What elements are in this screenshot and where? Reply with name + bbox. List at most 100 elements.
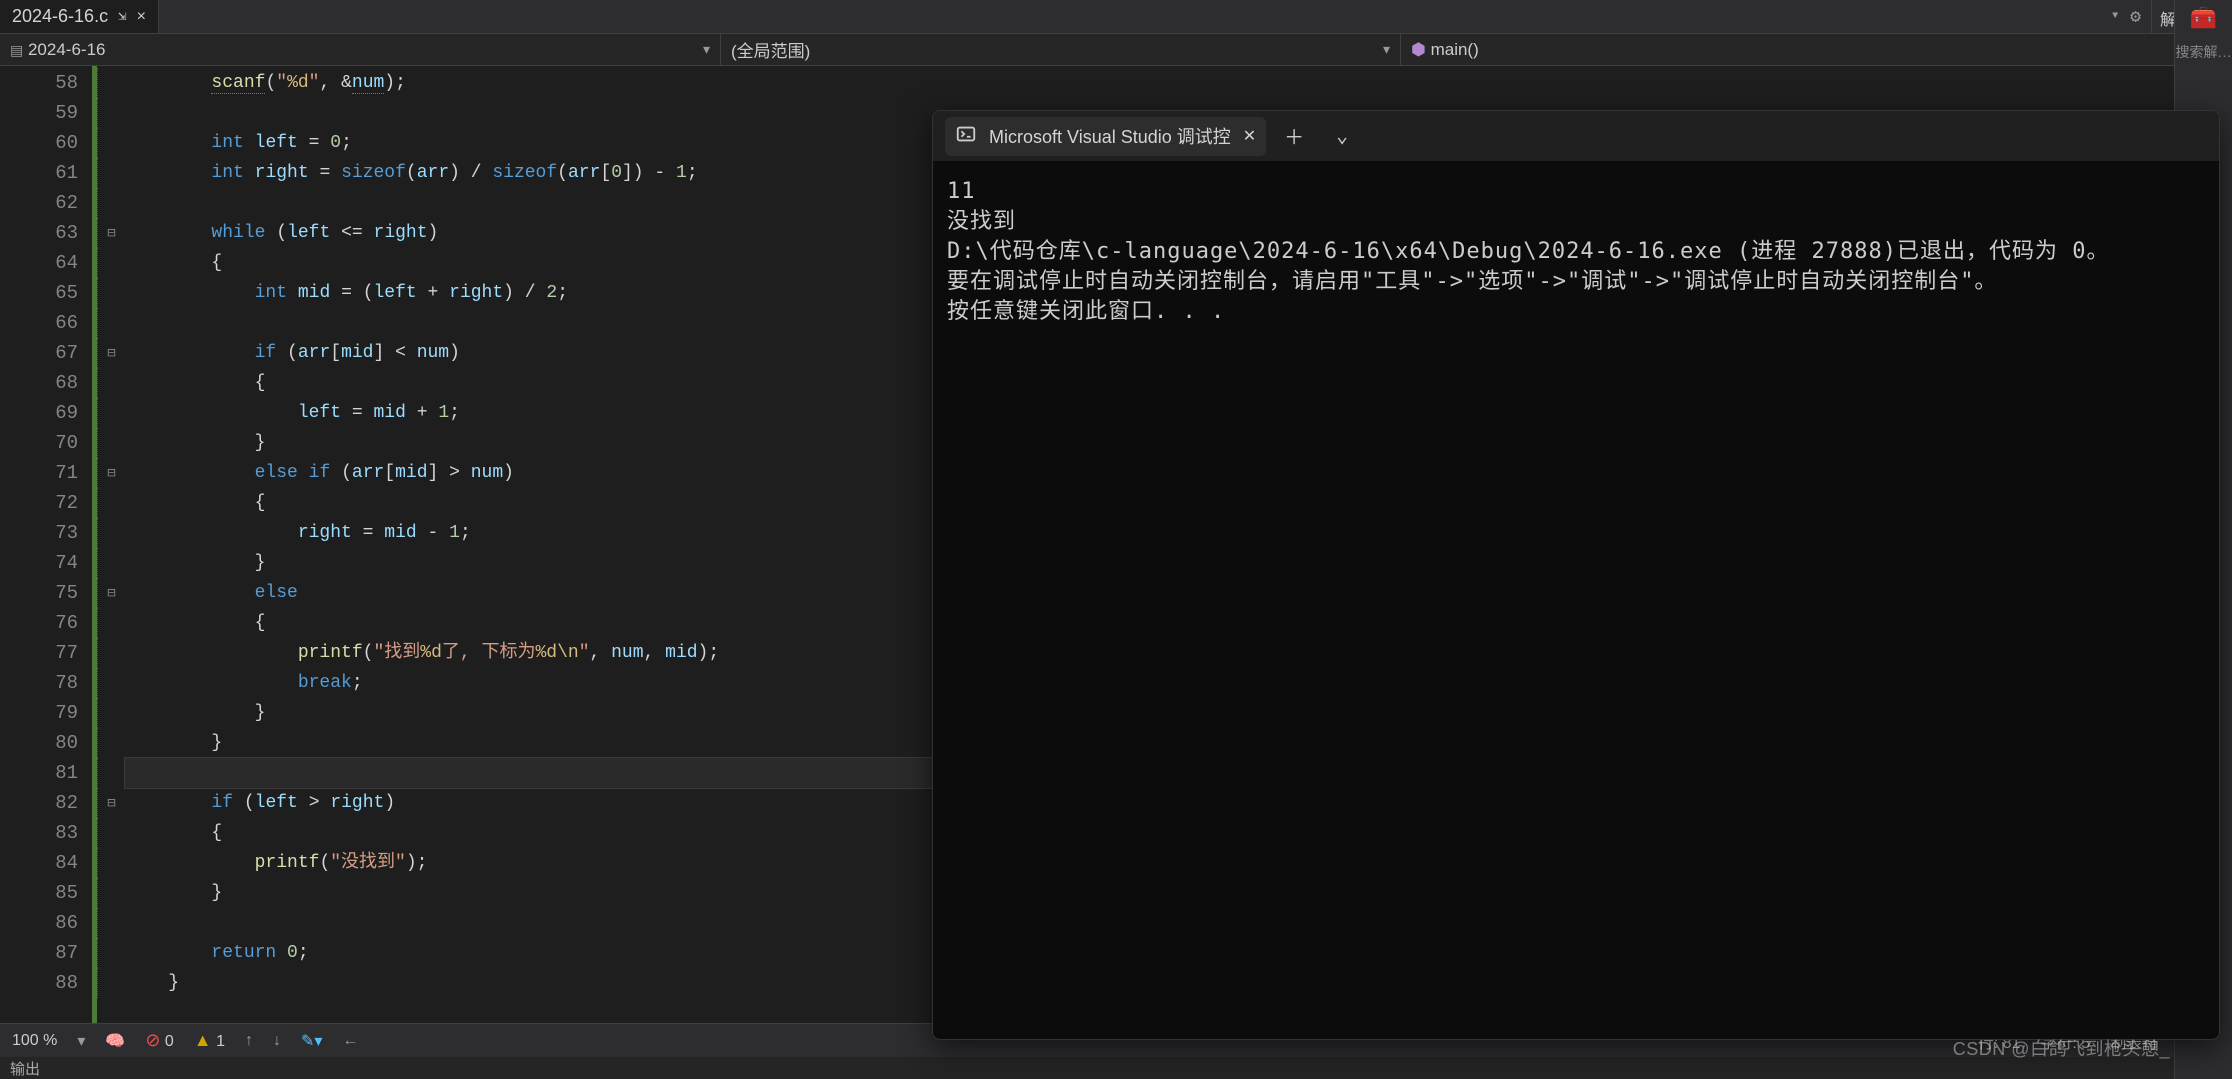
line-number: 63 [0, 218, 78, 248]
fold-toggle-icon[interactable]: ⊟ [97, 788, 125, 818]
output-panel-label[interactable]: 输出 [0, 1057, 2232, 1079]
terminal-title: Microsoft Visual Studio 调试控 [989, 123, 1231, 149]
line-number-gutter: 5859606162636465666768697071727374757677… [0, 66, 92, 1023]
close-tab-icon[interactable]: × [137, 8, 147, 26]
warning-icon: ▲ [194, 1030, 212, 1050]
fold-guide [97, 938, 125, 968]
brush-icon[interactable]: ✎▾ [301, 1031, 322, 1051]
warning-count[interactable]: 1 [216, 1033, 225, 1050]
line-number: 80 [0, 728, 78, 758]
breadcrumb-scope-label: (全局范围) [731, 37, 810, 62]
fold-guide [97, 968, 125, 998]
zoom-dropdown-icon[interactable]: ▾ [77, 1031, 85, 1051]
line-number: 88 [0, 968, 78, 998]
watermark: CSDN @白鸽飞到枪头憩_ [1953, 1035, 2170, 1061]
debug-console-window[interactable]: Microsoft Visual Studio 调试控 ✕ ＋ ⌄ 11 没找到… [932, 110, 2220, 1040]
fold-guide [97, 98, 125, 128]
fold-guide [97, 818, 125, 848]
fold-guide [97, 848, 125, 878]
fold-guide [97, 68, 125, 98]
line-number: 74 [0, 548, 78, 578]
chevron-down-icon: ▾ [703, 41, 710, 58]
error-count[interactable]: 0 [165, 1033, 174, 1050]
line-number: 79 [0, 698, 78, 728]
fold-toggle-icon[interactable]: ⊟ [97, 578, 125, 608]
fold-guide [97, 128, 125, 158]
line-number: 69 [0, 398, 78, 428]
search-placeholder[interactable]: 搜索解… [2176, 42, 2232, 62]
fold-guide [97, 518, 125, 548]
breadcrumb-func-label: main() [1431, 40, 1479, 59]
terminal-new-tab-button[interactable]: ＋ [1274, 121, 1314, 151]
tab-strip: 2024-6-16.c ⇲ × ▼ ⚙ 解决方案 [0, 0, 2232, 34]
line-number: 67 [0, 338, 78, 368]
line-number: 70 [0, 428, 78, 458]
terminal-tab-close-icon[interactable]: ✕ [1243, 126, 1256, 146]
fold-guide [97, 758, 125, 788]
line-number: 78 [0, 668, 78, 698]
error-icon: ⊘ [145, 1030, 160, 1050]
vs-icon [955, 123, 977, 150]
breadcrumb-scope[interactable]: (全局范围) ▾ [720, 34, 1400, 65]
fold-toggle-icon[interactable]: ⊟ [97, 458, 125, 488]
line-number: 81 [0, 758, 78, 788]
toolbox-icon[interactable]: 🧰 [2190, 6, 2217, 32]
fold-column[interactable]: ⊟ ⊟ ⊟ ⊟ ⊟ [97, 66, 125, 1023]
line-number: 58 [0, 68, 78, 98]
terminal-tab[interactable]: Microsoft Visual Studio 调试控 ✕ [945, 117, 1266, 156]
breadcrumb-file[interactable]: ▤ 2024-6-16 ▾ [0, 34, 720, 65]
terminal-output[interactable]: 11 没找到 D:\代码仓库\c-language\2024-6-16\x64\… [933, 161, 2219, 1039]
brain-icon[interactable]: 🧠 [105, 1031, 125, 1051]
fold-guide [97, 878, 125, 908]
fold-guide [97, 308, 125, 338]
fold-guide [97, 908, 125, 938]
fold-guide [97, 638, 125, 668]
fold-guide [97, 278, 125, 308]
line-number: 85 [0, 878, 78, 908]
fold-toggle-icon[interactable]: ⊟ [97, 338, 125, 368]
line-number: 64 [0, 248, 78, 278]
line-number: 83 [0, 818, 78, 848]
line-number: 77 [0, 638, 78, 668]
line-number: 62 [0, 188, 78, 218]
gear-icon[interactable]: ⚙ [2130, 6, 2141, 28]
line-number: 84 [0, 848, 78, 878]
breadcrumb-function[interactable]: ⬢ main() ▾ [1400, 34, 2204, 65]
fold-guide [97, 368, 125, 398]
nav-back-icon[interactable]: ← [342, 1032, 358, 1050]
line-number: 72 [0, 488, 78, 518]
line-number: 75 [0, 578, 78, 608]
fold-guide [97, 698, 125, 728]
code-line[interactable]: scanf("%d", &num); [125, 68, 2232, 98]
line-number: 76 [0, 608, 78, 638]
line-number: 66 [0, 308, 78, 338]
tab-overflow-caret-icon[interactable]: ▼ [2112, 11, 2118, 22]
terminal-dropdown-icon[interactable]: ⌄ [1322, 123, 1362, 149]
line-number: 60 [0, 128, 78, 158]
pin-icon[interactable]: ⇲ [118, 8, 126, 25]
line-number: 82 [0, 788, 78, 818]
nav-up-icon[interactable]: ↑ [245, 1032, 253, 1050]
fold-guide [97, 608, 125, 638]
line-number: 73 [0, 518, 78, 548]
fold-guide [97, 158, 125, 188]
fold-guide [97, 488, 125, 518]
fold-guide [97, 548, 125, 578]
fold-guide [97, 248, 125, 278]
terminal-titlebar[interactable]: Microsoft Visual Studio 调试控 ✕ ＋ ⌄ [933, 111, 2219, 161]
line-number: 65 [0, 278, 78, 308]
zoom-level[interactable]: 100 % [12, 1032, 57, 1050]
breadcrumb-bar: ▤ 2024-6-16 ▾ (全局范围) ▾ ⬢ main() ▾ ＋ [0, 34, 2232, 66]
fold-toggle-icon[interactable]: ⊟ [97, 218, 125, 248]
nav-down-icon[interactable]: ↓ [273, 1032, 281, 1050]
file-icon: ▤ [10, 42, 23, 58]
editor-tab[interactable]: 2024-6-16.c ⇲ × [0, 0, 159, 33]
tab-filename: 2024-6-16.c [12, 6, 108, 27]
chevron-down-icon: ▾ [1383, 41, 1390, 58]
fold-guide [97, 728, 125, 758]
cube-icon: ⬢ [1411, 40, 1426, 59]
line-number: 71 [0, 458, 78, 488]
line-number: 68 [0, 368, 78, 398]
fold-guide [97, 398, 125, 428]
line-number: 61 [0, 158, 78, 188]
